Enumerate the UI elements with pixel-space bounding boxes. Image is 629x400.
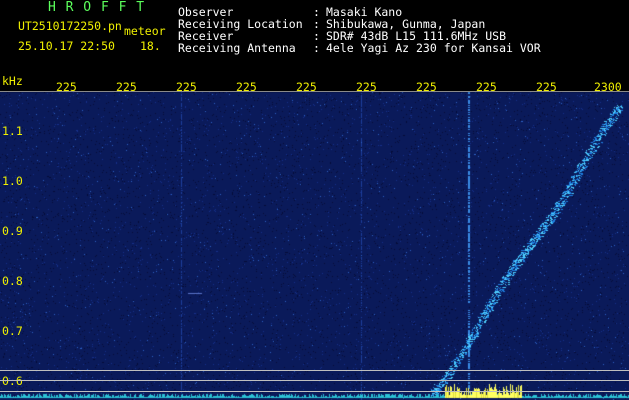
antenna-value: 4ele Yagi Az 230 for Kansai VOR [326,41,541,55]
file-name: UT2510172250.pn [18,19,122,33]
hrofft-spectrogram-window: H R O F F T UT2510172250.pn meteor 25.10… [0,0,629,400]
y-tick: 1.0 [2,174,23,188]
antenna-label: Receiving Antenna [178,41,296,55]
date-time: 25.10.17 22:50 [18,39,115,53]
station-title: H R O F F T [48,0,146,15]
plot-top-border [0,91,629,92]
detection-count: 18. [140,39,161,53]
y-tick: 0.7 [2,324,23,338]
spectrogram-canvas [0,0,629,400]
y-tick: 0.9 [2,224,23,238]
y-tick: 0.6 [2,374,23,388]
reference-line [0,370,629,371]
event-tag: meteor [124,24,166,38]
reference-line [0,380,629,381]
reference-line [0,391,629,392]
y-tick: 1.1 [2,124,23,138]
y-axis-unit: kHz [2,74,23,88]
y-tick: 0.8 [2,274,23,288]
antenna-sep: : [313,41,320,55]
